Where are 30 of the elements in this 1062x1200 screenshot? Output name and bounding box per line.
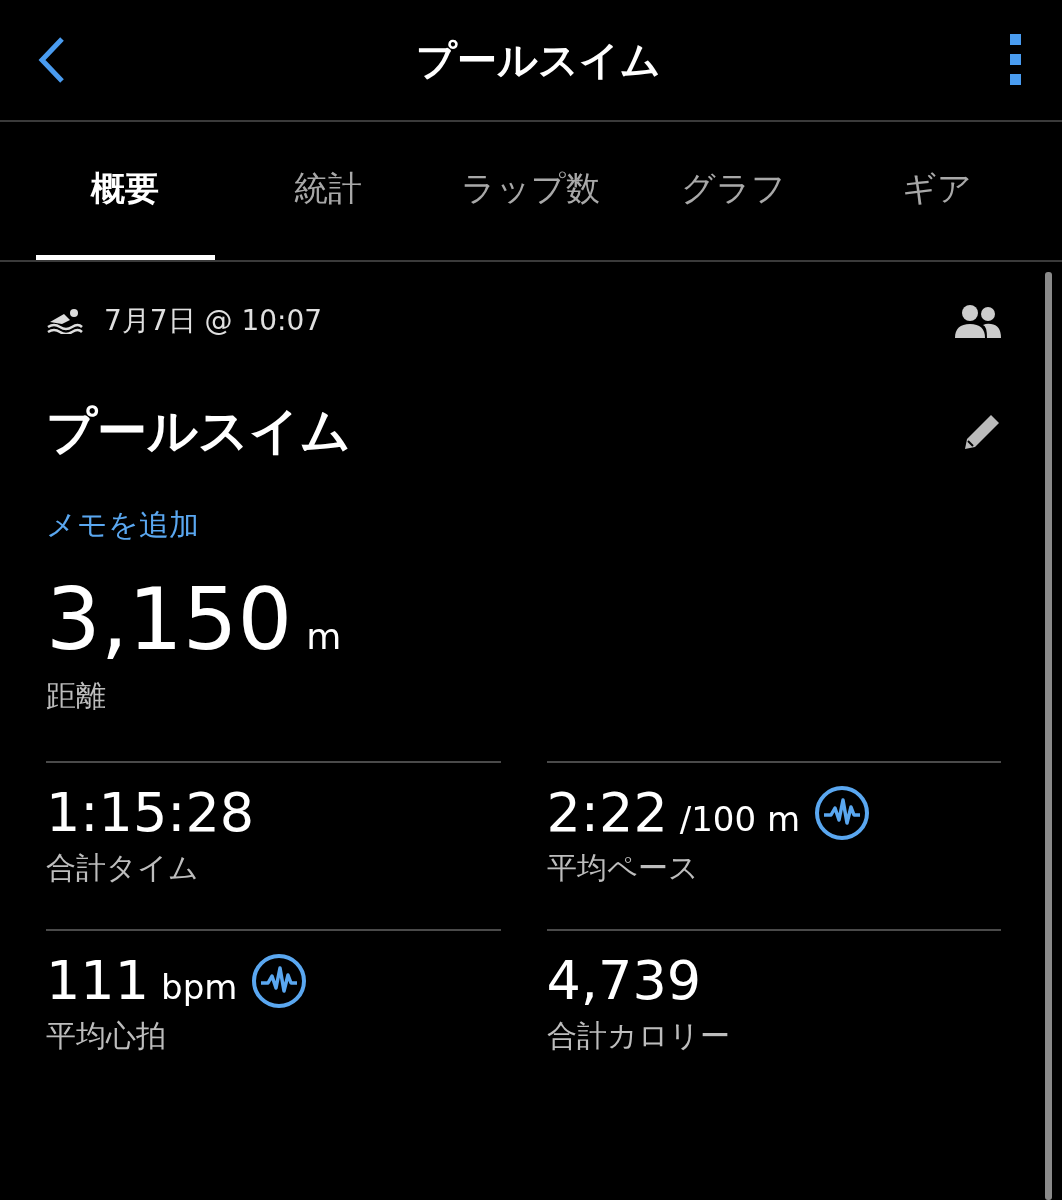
distance-value: 3,150 — [46, 576, 293, 662]
edit-button[interactable] — [963, 412, 1001, 451]
metric-value: 4,739 — [546, 951, 702, 1011]
distance-label: 距離 — [46, 677, 107, 715]
more-menu-button[interactable] — [1010, 34, 1022, 86]
tab[interactable]: 統計 — [238, 122, 418, 260]
screen-title: プールスイム — [415, 35, 661, 85]
swimmer-icon — [46, 308, 84, 334]
metric-unit: bpm — [161, 967, 238, 1007]
distance-unit: m — [306, 616, 342, 657]
scrollbar[interactable] — [1045, 272, 1052, 1200]
activity-date: 7月7日 @ 10:07 — [104, 303, 323, 339]
heart-rate-chart-icon[interactable] — [814, 784, 871, 841]
metric-value: 2:22 — [546, 783, 668, 843]
metric-label: 合計カロリー — [546, 1017, 731, 1056]
tab[interactable]: ラップ数 — [441, 122, 621, 260]
tab[interactable]: 概要 — [36, 122, 215, 260]
metric-label: 平均心拍 — [46, 1017, 167, 1056]
activity-name: プールスイム — [46, 401, 351, 462]
heart-rate-chart-icon[interactable] — [251, 952, 308, 1009]
back-button[interactable] — [36, 35, 66, 85]
metric-value: 111 — [46, 951, 150, 1011]
metric-unit: /100 m — [679, 799, 801, 839]
add-note-link[interactable]: メモを追加 — [46, 505, 199, 546]
tab[interactable]: ギア — [847, 122, 1026, 260]
metric-label: 合計タイム — [46, 849, 200, 888]
people-icon[interactable] — [955, 304, 1001, 338]
metric-value: 1:15:28 — [46, 783, 255, 843]
tab[interactable]: グラフ — [644, 122, 824, 260]
metric-label: 平均ペース — [546, 849, 700, 888]
